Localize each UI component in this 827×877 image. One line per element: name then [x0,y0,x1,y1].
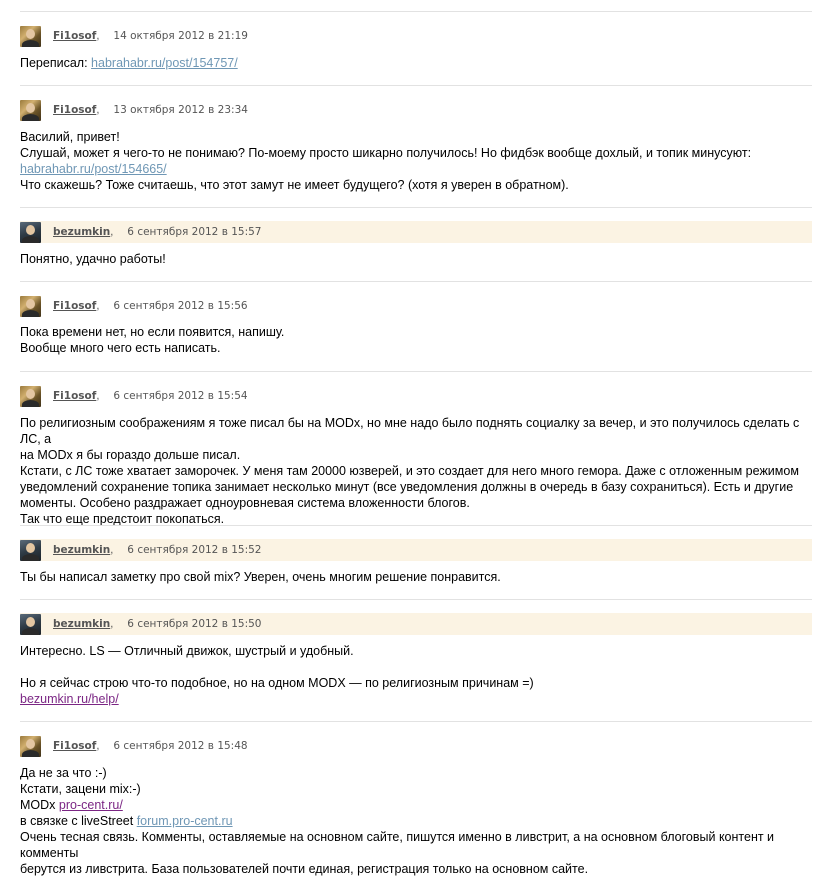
help-link[interactable]: bezumkin.ru/help/ [20,692,119,706]
comment-line: в связке с liveStreet forum.pro-cent.ru [20,814,233,828]
post-link[interactable]: habrahabr.ru/post/154757/ [91,56,238,70]
author-link[interactable]: Fi1osof [53,30,96,42]
comment-line: Интересно. LS — Отличный движок, шустрый… [20,644,354,658]
author-link[interactable]: Fi1osof [53,740,96,752]
avatar[interactable] [20,25,41,47]
comment-line: habrahabr.ru/post/154665/ [20,161,815,177]
comment-line: Что скажешь? Тоже считаешь, что этот зам… [20,178,569,192]
comment-line: Вообще много чего есть написать. [20,341,221,355]
comment-line: Василий, привет! [20,130,120,144]
comment-line: Ты бы написал заметку про свой mix? Увер… [20,570,501,584]
comment-header: Fi1osof, 6 сентября 2012 в 15:56 [20,295,812,317]
comment-header: Fi1osof, 6 сентября 2012 в 15:54 [20,385,812,407]
comment-line: По религиозным соображениям я тоже писал… [20,416,800,446]
comment-line: Пока времени нет, но если появится, напи… [20,325,285,339]
divider [20,525,812,526]
divider [20,85,812,86]
comment-body: По религиозным соображениям я тоже писал… [20,415,815,527]
comment-line: моменты. Особено раздражает одноуровнева… [20,496,470,510]
author-link[interactable]: bezumkin [53,226,110,238]
author-link[interactable]: Fi1osof [53,300,96,312]
divider [20,721,812,722]
divider [20,11,812,12]
comment-date: 6 сентября 2012 в 15:54 [113,390,248,402]
comment-body: Понятно, удачно работы! [20,251,815,267]
comment-body: Василий, привет! Слушай, может я чего-то… [20,129,815,193]
comment-line: Да не за что :-) [20,766,107,780]
comment-body: Пока времени нет, но если появится, напи… [20,324,815,356]
comment-line: Слушай, может я чего-то не понимаю? По-м… [20,146,752,160]
divider [20,371,812,372]
author-link[interactable]: Fi1osof [53,104,96,116]
post-link[interactable]: habrahabr.ru/post/154665/ [20,162,167,176]
divider [20,281,812,282]
comment-header: bezumkin, 6 сентября 2012 в 15:57 [20,221,812,243]
comment-line: Переписал: habrahabr.ru/post/154757/ [20,56,238,70]
avatar[interactable] [20,735,41,757]
author-link[interactable]: bezumkin [53,618,110,630]
avatar[interactable] [20,221,41,243]
comment-line: MODx pro-cent.ru/ [20,798,123,812]
comment-line: Кстати, зацени mix:-) [20,782,141,796]
avatar[interactable] [20,295,41,317]
comment-line: уведомлений сохранение топика занимает н… [20,480,794,494]
comment-header: bezumkin, 6 сентября 2012 в 15:50 [20,613,812,635]
comment-date: 6 сентября 2012 в 15:52 [127,544,262,556]
avatar[interactable] [20,613,41,635]
comment-body: Интересно. LS — Отличный движок, шустрый… [20,643,815,707]
comment-date: 13 октября 2012 в 23:34 [113,104,248,116]
author-link[interactable]: Fi1osof [53,390,96,402]
comment-body: Переписал: habrahabr.ru/post/154757/ [20,55,815,71]
forum-link[interactable]: forum.pro-cent.ru [137,814,233,828]
divider [20,207,812,208]
comment-header: bezumkin, 6 сентября 2012 в 15:52 [20,539,812,561]
site-link[interactable]: pro-cent.ru/ [59,798,123,812]
comment-header: Fi1osof, 13 октября 2012 в 23:34 [20,99,812,121]
comment-line: берутся из ливстрита. База пользователей… [20,862,589,876]
comment-date: 14 октября 2012 в 21:19 [113,30,248,42]
comment-line: Понятно, удачно работы! [20,252,166,266]
avatar[interactable] [20,99,41,121]
comment-line: на MODx я бы гораздо дольше писал. [20,448,241,462]
avatar[interactable] [20,539,41,561]
comment-line: bezumkin.ru/help/ [20,691,815,707]
comment-date: 6 сентября 2012 в 15:50 [127,618,262,630]
comment-body: Да не за что :-) Кстати, зацени mix:-) M… [20,765,815,877]
comment-date: 6 сентября 2012 в 15:57 [127,226,262,238]
comment-date: 6 сентября 2012 в 15:56 [113,300,248,312]
author-link[interactable]: bezumkin [53,544,110,556]
comment-line: Кстати, с ЛС тоже хватает заморочек. У м… [20,464,799,478]
avatar[interactable] [20,385,41,407]
comment-line: Очень тесная связь. Комменты, оставляемы… [20,830,775,860]
comment-body: Ты бы написал заметку про свой mix? Увер… [20,569,815,585]
comment-line: Но я сейчас строю что-то подобное, но на… [20,676,534,690]
comment-date: 6 сентября 2012 в 15:48 [113,740,248,752]
comment-header: Fi1osof, 14 октября 2012 в 21:19 [20,25,812,47]
comment-header: Fi1osof, 6 сентября 2012 в 15:48 [20,735,812,757]
divider [20,599,812,600]
comment-line [20,659,815,675]
